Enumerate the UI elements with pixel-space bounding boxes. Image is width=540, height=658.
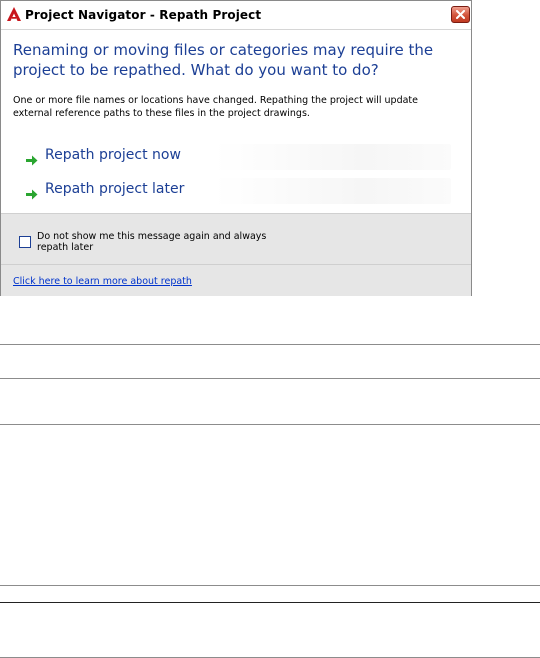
divider-line [0,378,540,379]
green-arrow-icon [26,185,38,200]
close-button[interactable] [451,6,470,23]
description-text: One or more file names or locations have… [13,95,418,119]
checkbox-label[interactable]: Do not show me this message again and al… [37,231,267,253]
divider-line [0,602,540,603]
main-instruction: Renaming or moving files or categories m… [13,41,434,79]
repath-project-dialog: Project Navigator - Repath Project Renam… [0,0,472,296]
close-x-icon [456,10,465,19]
autocad-a-icon [6,6,22,22]
dialog-content: Renaming or moving files or categories m… [1,30,471,213]
divider-line [0,585,540,586]
dont-show-again-checkbox[interactable] [19,236,31,248]
repath-later-label: Repath project later [45,181,185,197]
divider-line [0,344,540,345]
repath-now-label: Repath project now [45,147,181,163]
repath-later-option[interactable]: Repath project later [21,178,451,204]
green-arrow-icon [26,151,38,166]
window-title: Project Navigator - Repath Project [25,8,262,22]
repath-now-option[interactable]: Repath project now [21,144,451,170]
divider-line [0,424,540,425]
title-bar[interactable]: Project Navigator - Repath Project [1,1,471,30]
checkbox-section: Do not show me this message again and al… [1,213,471,264]
link-section: Click here to learn more about repath [1,264,471,296]
learn-more-link[interactable]: Click here to learn more about repath [13,276,192,287]
